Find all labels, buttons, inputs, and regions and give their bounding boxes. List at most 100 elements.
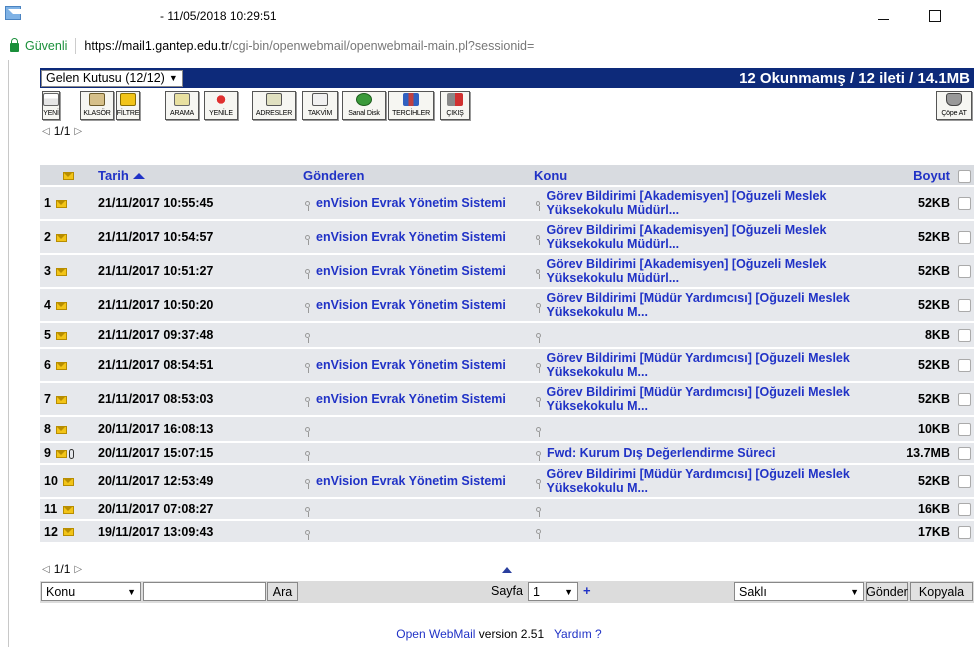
next-page-icon[interactable]: ▷ — [74, 126, 82, 137]
product-link[interactable]: Open WebMail — [396, 627, 475, 641]
addresses-button[interactable]: ADRESLER — [252, 91, 296, 120]
message-sender[interactable]: enVision Evrak Yönetim Sistemi — [299, 287, 530, 322]
contact-icon — [305, 397, 310, 408]
table-row[interactable]: 11 20/11/2017 07:08:27 16KB — [40, 497, 974, 520]
message-sender[interactable] — [299, 415, 530, 442]
message-checkbox[interactable] — [954, 253, 974, 288]
message-subject[interactable]: Görev Bildirimi [Müdür Yardımcısı] [Oğuz… — [530, 287, 890, 322]
table-row[interactable]: 4 21/11/2017 10:50:20 enVision Evrak Yöne… — [40, 287, 974, 322]
preferences-button[interactable]: TERCİHLER — [388, 91, 434, 120]
url-path[interactable]: /cgi-bin/openwebmail/openwebmail-main.pl… — [229, 39, 534, 53]
message-checkbox[interactable] — [954, 497, 974, 520]
webdisk-button[interactable]: Sanal Disk — [342, 91, 386, 120]
message-subject[interactable] — [530, 321, 890, 348]
date-column-header[interactable]: Tarih — [94, 165, 299, 186]
table-row[interactable]: 9 20/11/2017 15:07:15 Fwd: Kurum Dış Değe… — [40, 441, 974, 464]
search-button[interactable]: ARAMA — [165, 91, 199, 120]
row-select-checkbox[interactable] — [958, 447, 971, 461]
row-select-checkbox[interactable] — [958, 525, 971, 539]
message-checkbox[interactable] — [954, 415, 974, 442]
row-select-checkbox[interactable] — [958, 265, 971, 279]
search-input[interactable] — [143, 582, 266, 601]
table-row[interactable]: 12 19/11/2017 13:09:43 17KB — [40, 519, 974, 542]
message-subject[interactable]: Görev Bildirimi [Müdür Yardımcısı] [Oğuz… — [530, 347, 890, 382]
status-column-header[interactable] — [40, 165, 94, 186]
message-checkbox[interactable] — [954, 381, 974, 416]
message-sender[interactable] — [299, 519, 530, 542]
table-row[interactable]: 10 20/11/2017 12:53:49 enVision Evrak Yön… — [40, 463, 974, 498]
table-row[interactable]: 6 21/11/2017 08:54:51 enVision Evrak Yöne… — [40, 347, 974, 382]
envelope-icon — [56, 233, 68, 242]
size-column-header[interactable]: Boyut — [890, 165, 954, 186]
message-checkbox[interactable] — [954, 441, 974, 464]
message-sender[interactable]: enVision Evrak Yönetim Sistemi — [299, 185, 530, 220]
message-subject[interactable]: Görev Bildirimi [Müdür Yardımcısı] [Oğuz… — [530, 381, 890, 416]
move-to-trash-button[interactable]: Çöpe AT — [936, 91, 972, 120]
message-checkbox[interactable] — [954, 519, 974, 542]
from-column-header[interactable]: Gönderen — [299, 165, 530, 186]
message-subject[interactable]: Görev Bildirimi [Akademisyen] [Oğuzeli M… — [530, 219, 890, 254]
maximize-button[interactable] — [915, 4, 955, 28]
message-subject[interactable] — [530, 497, 890, 520]
table-row[interactable]: 5 21/11/2017 09:37:48 8KB — [40, 321, 974, 348]
row-select-checkbox[interactable] — [958, 503, 971, 517]
message-sender[interactable]: enVision Evrak Yönetim Sistemi — [299, 253, 530, 288]
message-sender[interactable]: enVision Evrak Yönetim Sistemi — [299, 347, 530, 382]
subject-column-header[interactable]: Konu — [530, 165, 890, 186]
row-select-checkbox[interactable] — [958, 423, 971, 437]
message-checkbox[interactable] — [954, 321, 974, 348]
minimize-button[interactable] — [863, 4, 903, 28]
table-row[interactable]: 2 21/11/2017 10:54:57 enVision Evrak Yöne… — [40, 219, 974, 254]
row-select-checkbox[interactable] — [958, 475, 971, 489]
row-select-checkbox[interactable] — [958, 329, 971, 343]
message-sender[interactable]: enVision Evrak Yönetim Sistemi — [299, 219, 530, 254]
row-select-checkbox[interactable] — [958, 359, 971, 373]
filter-button[interactable]: FİLTRE — [116, 91, 140, 120]
scroll-top-icon[interactable] — [502, 567, 512, 573]
message-subject[interactable] — [530, 519, 890, 542]
message-subject[interactable]: Görev Bildirimi [Akademisyen] [Oğuzeli M… — [530, 253, 890, 288]
row-select-checkbox[interactable] — [958, 197, 971, 211]
send-button[interactable]: Gönder — [866, 582, 908, 601]
message-sender[interactable]: enVision Evrak Yönetim Sistemi — [299, 463, 530, 498]
message-subject[interactable] — [530, 415, 890, 442]
select-all-checkbox[interactable] — [954, 165, 974, 186]
message-checkbox[interactable] — [954, 219, 974, 254]
message-checkbox[interactable] — [954, 287, 974, 322]
table-row[interactable]: 8 20/11/2017 16:08:13 10KB — [40, 415, 974, 442]
message-checkbox[interactable] — [954, 347, 974, 382]
row-select-checkbox[interactable] — [958, 393, 971, 407]
message-sender[interactable]: enVision Evrak Yönetim Sistemi — [299, 381, 530, 416]
logout-button[interactable]: ÇIKIŞ — [440, 91, 470, 120]
folder-select[interactable]: Gelen Kutusu (12/12) ▼ — [41, 69, 183, 87]
table-row[interactable]: 3 21/11/2017 10:51:27 enVision Evrak Yöne… — [40, 253, 974, 288]
page-select[interactable]: 1 ▼ — [528, 582, 578, 601]
search-field-select[interactable]: Konu ▼ — [41, 582, 141, 601]
message-checkbox[interactable] — [954, 185, 974, 220]
new-message-button[interactable]: YENİ — [42, 91, 60, 120]
prev-page-icon[interactable]: ◁ — [42, 564, 50, 575]
message-subject[interactable]: Görev Bildirimi [Akademisyen] [Oğuzeli M… — [530, 185, 890, 220]
calendar-button[interactable]: TAKVİM — [302, 91, 338, 120]
folders-button[interactable]: KLASÖR — [80, 91, 114, 120]
move-target-select[interactable]: Saklı ▼ — [734, 582, 864, 601]
message-sender[interactable] — [299, 321, 530, 348]
url-host[interactable]: https://mail1.gantep.edu.tr — [84, 39, 229, 53]
add-page-link[interactable]: + — [583, 583, 591, 598]
search-submit-button[interactable]: Ara — [267, 582, 298, 601]
next-page-icon[interactable]: ▷ — [74, 564, 82, 575]
message-checkbox[interactable] — [954, 463, 974, 498]
table-row[interactable]: 7 21/11/2017 08:53:03 enVision Evrak Yöne… — [40, 381, 974, 416]
address-bar[interactable]: Güvenli https://mail1.gantep.edu.tr /cgi… — [0, 33, 976, 59]
copy-button[interactable]: Kopyala — [910, 582, 973, 601]
message-subject[interactable]: Görev Bildirimi [Müdür Yardımcısı] [Oğuz… — [530, 463, 890, 498]
message-subject[interactable]: Fwd: Kurum Dış Değerlendirme Süreci — [530, 441, 890, 464]
row-select-checkbox[interactable] — [958, 299, 971, 313]
refresh-button[interactable]: YENİLE — [204, 91, 238, 120]
table-row[interactable]: 1 21/11/2017 10:55:45 enVision Evrak Yöne… — [40, 185, 974, 220]
help-link[interactable]: Yardım ? — [554, 627, 602, 641]
prev-page-icon[interactable]: ◁ — [42, 126, 50, 137]
row-select-checkbox[interactable] — [958, 231, 971, 245]
message-sender[interactable] — [299, 441, 530, 464]
message-sender[interactable] — [299, 497, 530, 520]
